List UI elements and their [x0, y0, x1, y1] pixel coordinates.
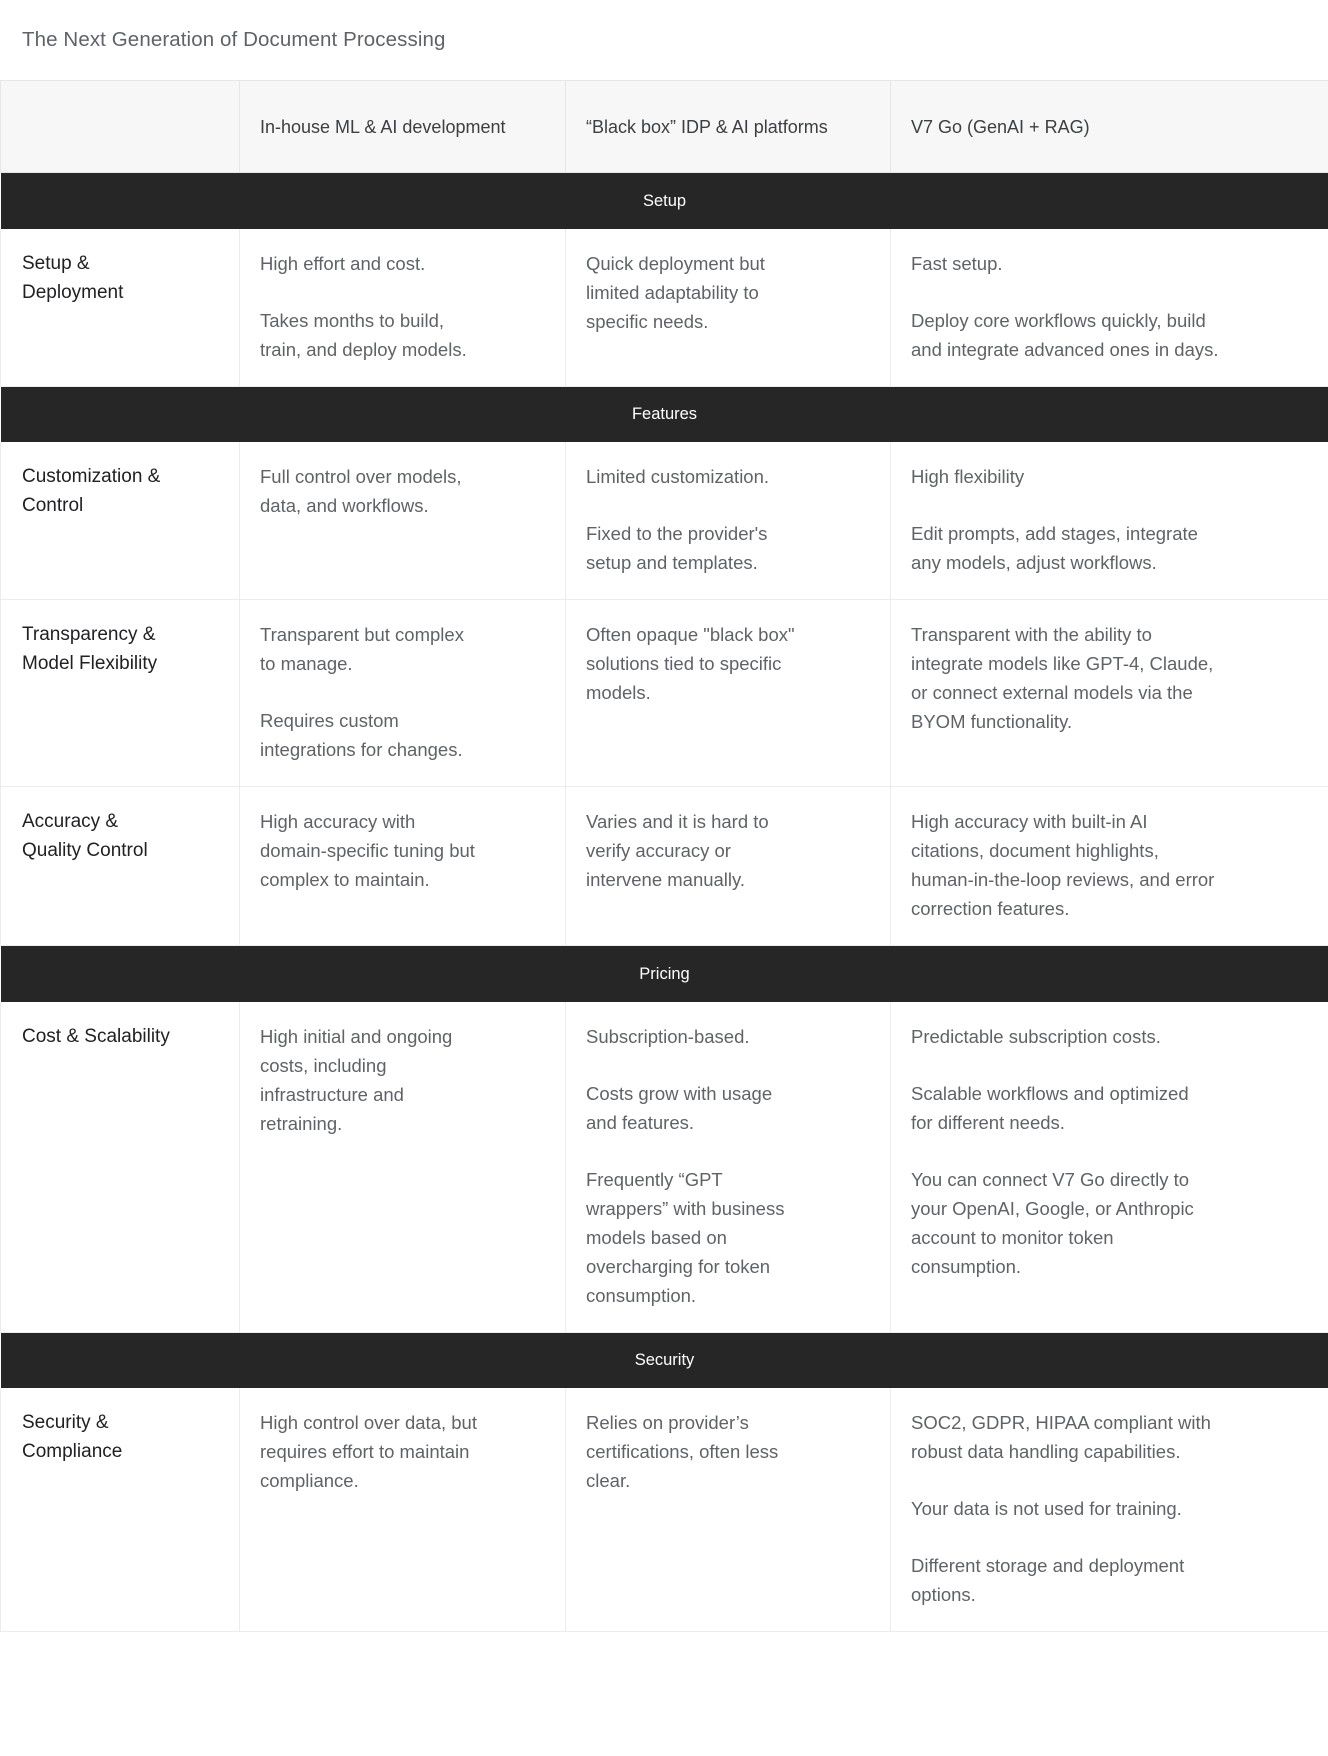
title-bar: The Next Generation of Document Processi…	[0, 0, 1328, 80]
cell-paragraph: High flexibility	[911, 466, 1025, 487]
row-label-text: Customization & Control	[22, 466, 161, 516]
table-row: Transparency & Model Flexibility Transpar…	[0, 599, 1328, 787]
cell-paragraph: Subscription-based.	[586, 1025, 750, 1047]
cell-paragraph: Varies and it is hard to verify accuracy…	[586, 811, 769, 890]
cell-paragraph: Predictable subscription costs.	[911, 1025, 1161, 1047]
cell-paragraph: Edit prompts, add stages, integrate any …	[911, 523, 1198, 573]
column-header-criteria	[0, 80, 240, 173]
table-header-row: In-house ML & AI development “Black box”…	[0, 80, 1328, 173]
cell-paragraph: Takes months to build, train, and deploy…	[260, 309, 467, 360]
column-header-inhouse: In-house ML & AI development	[239, 80, 566, 173]
table-cell: Fast setup. Deploy core workflows quickly…	[890, 228, 1328, 387]
table-cell: High flexibility Edit prompts, add stages…	[890, 442, 1328, 600]
section-band: Pricing	[0, 945, 1328, 1002]
table-row: Security & Compliance High control over d…	[0, 1388, 1328, 1632]
section-band-label: Pricing	[0, 945, 1328, 1002]
comparison-table: In-house ML & AI development “Black box”…	[0, 80, 1328, 1632]
table-row: Accuracy & Quality Control High accuracy …	[0, 786, 1328, 946]
table-cell: SOC2, GDPR, HIPAA compliant with robust …	[890, 1388, 1328, 1632]
row-label: Cost & Scalability	[0, 1001, 240, 1333]
cell-paragraph: High effort and cost.	[260, 252, 426, 274]
section-band-label: Features	[0, 386, 1328, 442]
row-label-text: Transparency & Model Flexibility	[22, 624, 158, 674]
table-cell: High initial and ongoing costs, includin…	[239, 1001, 566, 1333]
page-title: The Next Generation of Document Processi…	[22, 28, 446, 51]
table-cell: Quick deployment but limited adaptabilit…	[565, 228, 891, 387]
cell-paragraph: Different storage and deployment options…	[911, 1555, 1185, 1605]
table-cell: High accuracy with built-in AI citations…	[890, 786, 1328, 946]
table-cell: Varies and it is hard to verify accuracy…	[565, 786, 891, 946]
table-row: Cost & Scalability High initial and ongoi…	[0, 1001, 1328, 1333]
table-cell: Full control over models, data, and work…	[239, 442, 566, 600]
column-header-blackbox: “Black box” IDP & AI platforms	[565, 80, 891, 173]
table-cell: High effort and cost. Takes months to bui…	[239, 228, 566, 387]
table-cell: Predictable subscription costs. Scalable …	[890, 1001, 1328, 1333]
cell-paragraph: Costs grow with usage and features.	[586, 1082, 773, 1133]
table-cell: Transparent with the ability to integrat…	[890, 599, 1328, 787]
table-cell: High accuracy with domain-specific tunin…	[239, 786, 566, 946]
cell-paragraph: Your data is not used for training.	[911, 1498, 1182, 1519]
cell-paragraph: You can connect V7 Go directly to your O…	[911, 1168, 1194, 1277]
table-head: In-house ML & AI development “Black box”…	[0, 80, 1328, 173]
row-label: Customization & Control	[0, 442, 240, 600]
column-header-v7go: V7 Go (GenAI + RAG)	[890, 80, 1328, 173]
section-band: Security	[0, 1332, 1328, 1388]
section-band-label: Setup	[0, 172, 1328, 229]
table-cell: Transparent but complex to manage. Requir…	[239, 599, 566, 787]
cell-paragraph: Transparent with the ability to integrat…	[911, 624, 1214, 732]
cell-paragraph: Limited customization.	[586, 466, 770, 487]
cell-paragraph: High accuracy with built-in AI citations…	[911, 811, 1215, 919]
cell-paragraph: Deploy core workflows quickly, build and…	[911, 309, 1219, 360]
cell-paragraph: Transparent but complex to manage.	[260, 624, 464, 674]
cell-paragraph: Frequently “GPT wrappers” with business …	[586, 1168, 785, 1306]
row-label-text: Setup & Deployment	[22, 252, 124, 303]
row-label: Accuracy & Quality Control	[0, 786, 240, 946]
cell-paragraph: Fast setup.	[911, 252, 1003, 274]
section-band: Features	[0, 386, 1328, 442]
section-band-label: Security	[0, 1332, 1328, 1388]
cell-paragraph: Scalable workflows and optimized for dif…	[911, 1082, 1189, 1133]
comparison-page: The Next Generation of Document Processi…	[0, 0, 1328, 1756]
cell-paragraph: Fixed to the provider's setup and templa…	[586, 523, 768, 573]
table-cell: Often opaque "black box" solutions tied …	[565, 599, 891, 787]
row-label-text: Cost & Scalability	[22, 1025, 170, 1047]
cell-paragraph: Relies on provider’s certifications, oft…	[586, 1412, 779, 1491]
cell-paragraph: Full control over models, data, and work…	[260, 466, 462, 516]
cell-paragraph: Often opaque "black box" solutions tied …	[586, 624, 795, 703]
table-cell: Limited customization. Fixed to the provi…	[565, 442, 891, 600]
table-body: Setup Setup & Deployment High effort and c…	[0, 172, 1328, 1632]
table-cell: Relies on provider’s certifications, oft…	[565, 1388, 891, 1632]
cell-paragraph: Quick deployment but limited adaptabilit…	[586, 252, 765, 332]
cell-paragraph: High control over data, but requires eff…	[260, 1412, 477, 1491]
row-label-text: Accuracy & Quality Control	[22, 811, 148, 861]
cell-paragraph: High initial and ongoing costs, includin…	[260, 1025, 453, 1134]
cell-paragraph: High accuracy with domain-specific tunin…	[260, 811, 475, 890]
table-row: Setup & Deployment High effort and cost. T…	[0, 228, 1328, 387]
row-label: Transparency & Model Flexibility	[0, 599, 240, 787]
row-label: Setup & Deployment	[0, 228, 240, 387]
table-cell: High control over data, but requires eff…	[239, 1388, 566, 1632]
row-label: Security & Compliance	[0, 1388, 240, 1632]
cell-paragraph: Requires custom integrations for changes…	[260, 710, 463, 760]
section-band: Setup	[0, 172, 1328, 229]
table-cell: Subscription-based. Costs grow with usage…	[565, 1001, 891, 1333]
table-row: Customization & Control Full control over…	[0, 442, 1328, 600]
row-label-text: Security & Compliance	[22, 1412, 123, 1462]
cell-paragraph: SOC2, GDPR, HIPAA compliant with robust …	[911, 1412, 1211, 1462]
